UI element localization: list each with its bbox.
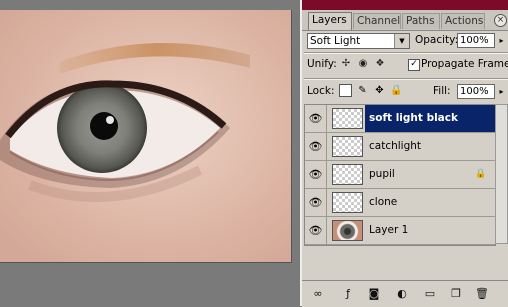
layer-name[interactable]: catchlight bbox=[365, 133, 495, 160]
chevron-down-icon[interactable]: ▼ bbox=[394, 34, 409, 48]
layer-thumbnail bbox=[332, 108, 363, 129]
eye-icon[interactable]: 👁 bbox=[305, 161, 327, 188]
unify-style-icon[interactable]: ❖ bbox=[373, 57, 387, 71]
lock-transparency-icon[interactable] bbox=[339, 84, 352, 97]
eye-icon[interactable]: 👁 bbox=[305, 189, 327, 216]
layers-bottom-toolbar: ∞ ƒ ◙ ◐ ▭ ❐ 🗑 bbox=[302, 280, 508, 307]
tab-layers[interactable]: Layers bbox=[308, 12, 352, 30]
layer-name[interactable]: clone bbox=[365, 189, 495, 216]
eye-photo-image bbox=[0, 10, 291, 262]
layers-scrollbar[interactable] bbox=[495, 104, 508, 244]
eye-icon[interactable]: 👁 bbox=[305, 105, 327, 132]
fill-slider-arrow-icon[interactable]: ▸ bbox=[497, 84, 506, 99]
lock-position-icon[interactable]: ✥ bbox=[373, 84, 386, 97]
propagate-checkbox[interactable]: ✓ bbox=[408, 59, 420, 71]
layer-name[interactable]: Layer 1 bbox=[365, 217, 495, 244]
eye-icon[interactable]: 👁 bbox=[305, 133, 327, 160]
divider bbox=[304, 78, 508, 80]
link-icon[interactable]: ∞ bbox=[310, 287, 326, 301]
tab-paths[interactable]: Paths bbox=[402, 13, 440, 29]
layer-row[interactable]: 👁 catchlight bbox=[305, 133, 495, 161]
unify-row: Unify: ✢ ◉ ❖ ✓ Propagate Frame 1 bbox=[302, 55, 508, 75]
unify-visibility-icon[interactable]: ◉ bbox=[356, 57, 370, 71]
delete-icon[interactable]: 🗑 bbox=[474, 287, 490, 301]
layer-link-cell[interactable] bbox=[327, 189, 331, 216]
opacity-slider-arrow-icon[interactable]: ▸ bbox=[497, 33, 506, 48]
layer-name[interactable]: soft light black bbox=[365, 105, 495, 132]
layers-palette: Layers Channels Paths Actions × Soft Lig… bbox=[300, 0, 508, 307]
layer-thumbnail bbox=[332, 136, 363, 157]
palette-close-icon[interactable]: × bbox=[494, 14, 507, 27]
layer-lock-icon: 🔒 bbox=[475, 169, 487, 179]
opacity-field[interactable]: 100% bbox=[457, 33, 495, 48]
divider bbox=[304, 52, 508, 54]
propagate-label: Propagate Frame 1 bbox=[421, 58, 508, 70]
layer-thumbnail bbox=[332, 220, 363, 241]
eye-photo[interactable] bbox=[0, 10, 292, 263]
blend-mode-value: Soft Light bbox=[310, 35, 361, 47]
layer-link-cell[interactable] bbox=[327, 105, 331, 132]
layer-row[interactable]: 👁 Layer 1 bbox=[305, 217, 495, 245]
layer-row[interactable]: 👁 soft light black bbox=[305, 105, 495, 133]
layer-row[interactable]: 👁 clone bbox=[305, 189, 495, 217]
fill-field[interactable]: 100% bbox=[457, 84, 495, 99]
new-layer-icon[interactable]: ❐ bbox=[448, 287, 464, 301]
eye-icon[interactable]: 👁 bbox=[305, 217, 327, 244]
new-group-icon[interactable]: ▭ bbox=[422, 287, 438, 301]
layer-style-icon[interactable]: ƒ bbox=[340, 287, 356, 301]
mask-icon[interactable]: ◙ bbox=[366, 287, 382, 301]
layer-link-cell[interactable] bbox=[327, 161, 331, 188]
lock-all-icon[interactable]: 🔒 bbox=[390, 84, 403, 97]
palette-tabs: Layers Channels Paths Actions × bbox=[302, 10, 508, 31]
layer-row[interactable]: 👁 pupil 🔒 bbox=[305, 161, 495, 189]
fill-label: Fill: bbox=[433, 85, 451, 97]
unify-label: Unify: bbox=[307, 58, 337, 70]
unify-position-icon[interactable]: ✢ bbox=[339, 57, 353, 71]
layer-thumbnail bbox=[332, 164, 363, 185]
lock-label: Lock: bbox=[307, 85, 335, 97]
tab-channels[interactable]: Channels bbox=[353, 13, 401, 29]
lock-fill-row: Lock: ✎ ✥ 🔒 Fill: 100% ▸ bbox=[302, 82, 508, 102]
blend-opacity-row: Soft Light ▼ Opacity: 100% ▸ bbox=[302, 31, 508, 51]
tab-actions[interactable]: Actions bbox=[441, 13, 485, 29]
adjustment-layer-icon[interactable]: ◐ bbox=[394, 287, 410, 301]
lock-paint-icon[interactable]: ✎ bbox=[356, 84, 369, 97]
blend-mode-select[interactable]: Soft Light ▼ bbox=[307, 33, 410, 49]
layer-thumbnail bbox=[332, 192, 363, 213]
document-canvas-area bbox=[0, 0, 300, 306]
opacity-label: Opacity: bbox=[415, 34, 459, 46]
layer-link-cell[interactable] bbox=[327, 217, 331, 244]
layers-list: 👁 soft light black 👁 catchlight 👁 pupil … bbox=[304, 104, 496, 246]
layer-link-cell[interactable] bbox=[327, 133, 331, 160]
